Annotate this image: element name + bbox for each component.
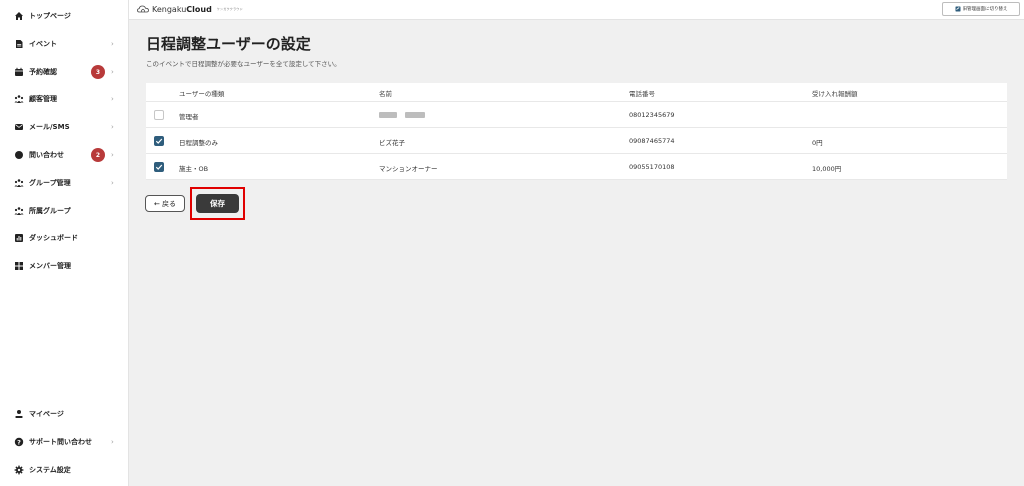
- chevron-right-icon: ›: [111, 40, 114, 48]
- row-checkbox[interactable]: [154, 136, 164, 146]
- chevron-right-icon: ›: [111, 123, 114, 131]
- logo-text-kengaku: Kengaku: [152, 4, 187, 14]
- cell-reward: 0円: [812, 139, 823, 147]
- sidebar-item-mail-sms[interactable]: メール/SMS ›: [0, 116, 129, 138]
- checkmark-icon: [155, 138, 163, 144]
- home-icon: [14, 11, 24, 21]
- column-header-phone: 電話番号: [629, 90, 655, 98]
- sidebar-item-label: マイページ: [29, 410, 64, 418]
- user-settings-table: ユーザーの種類 名前 電話番号 受け入れ報酬額 管理者 08012345679 …: [146, 83, 1007, 180]
- sidebar-item-label: 所属グループ: [29, 207, 71, 215]
- chart-icon: [14, 233, 24, 243]
- cell-phone: 08012345679: [629, 111, 675, 119]
- sidebar-item-label: システム設定: [29, 466, 71, 474]
- cell-name: マンションオーナー: [379, 165, 438, 173]
- column-header-user-type: ユーザーの種類: [179, 90, 225, 98]
- cell-user-type: 施主・OB: [179, 165, 209, 173]
- chevron-right-icon: ›: [111, 68, 114, 76]
- chevron-right-icon: ›: [111, 95, 114, 103]
- sidebar-item-my-group[interactable]: 所属グループ: [0, 200, 129, 222]
- sidebar-item-inquiry[interactable]: 問い合わせ 2 ›: [0, 144, 129, 166]
- top-header: Kengaku Cloud ケンガククラウド 旧管理画面に切り替え: [129, 0, 1024, 20]
- table-header: ユーザーの種類 名前 電話番号 受け入れ報酬額: [146, 83, 1007, 102]
- sidebar-item-label: トップページ: [29, 12, 71, 20]
- table-row: 施主・OB マンションオーナー 09055170108 10,000円: [146, 154, 1007, 180]
- cell-phone: 09087465774: [629, 137, 675, 145]
- cell-name: ビズ花子: [379, 139, 405, 147]
- mail-icon: [14, 122, 24, 132]
- user-icon: [14, 409, 24, 419]
- group-icon: [14, 206, 24, 216]
- svg-text:?: ?: [17, 438, 21, 446]
- page-description: このイベントで日程調整が必要なユーザーを全て設定して下さい。: [146, 60, 341, 68]
- row-checkbox[interactable]: [154, 110, 164, 120]
- save-button[interactable]: 保存: [196, 194, 239, 213]
- sidebar-item-support[interactable]: ? サポート問い合わせ ›: [0, 431, 129, 453]
- column-header-reward: 受け入れ報酬額: [812, 90, 858, 98]
- app-logo[interactable]: Kengaku Cloud ケンガククラウド: [137, 4, 243, 14]
- sidebar-item-label: メンバー管理: [29, 262, 71, 270]
- cloud-logo-icon: [137, 4, 149, 14]
- sidebar-item-label: 予約確認: [29, 68, 57, 76]
- sidebar-item-label: 問い合わせ: [29, 151, 64, 159]
- sidebar-item-label: ダッシュボード: [29, 234, 78, 242]
- logo-text-cloud: Cloud: [186, 4, 212, 14]
- sidebar-item-label: サポート問い合わせ: [29, 438, 92, 446]
- sidebar-item-reservation[interactable]: 予約確認 3 ›: [0, 61, 129, 83]
- chevron-right-icon: ›: [111, 151, 114, 159]
- group-icon: [14, 178, 24, 188]
- sidebar-item-my-page[interactable]: マイページ: [0, 403, 129, 425]
- cell-reward: 10,000円: [812, 165, 842, 173]
- redacted-name: [379, 112, 425, 118]
- sidebar-item-label: 顧客管理: [29, 95, 57, 103]
- row-checkbox[interactable]: [154, 162, 164, 172]
- logo-subtitle: ケンガククラウド: [216, 7, 244, 11]
- people-icon: [14, 94, 24, 104]
- sidebar-item-label: メール/SMS: [29, 123, 70, 131]
- sidebar-item-system-settings[interactable]: システム設定: [0, 459, 129, 481]
- cell-user-type: 管理者: [179, 113, 199, 121]
- chevron-right-icon: ›: [111, 179, 114, 187]
- switch-old-admin-label: 旧管理画面に切り替え: [962, 7, 1008, 12]
- back-button[interactable]: ← 戻る: [145, 195, 185, 212]
- sidebar-item-group-management[interactable]: グループ管理 ›: [0, 172, 129, 194]
- switch-icon: [955, 6, 961, 12]
- notification-badge: 3: [91, 65, 105, 79]
- sidebar-item-event[interactable]: イベント ›: [0, 33, 129, 55]
- sidebar-item-dashboard[interactable]: ダッシュボード: [0, 227, 129, 249]
- sidebar-item-label: イベント: [29, 40, 57, 48]
- chat-icon: [14, 150, 24, 160]
- column-header-name: 名前: [379, 90, 392, 98]
- grid-icon: [14, 261, 24, 271]
- sidebar-item-customers[interactable]: 顧客管理 ›: [0, 88, 129, 110]
- document-icon: [14, 39, 24, 49]
- sidebar: トップページ イベント › 予約確認 3 › 顧客管理 › メール/SMS › …: [0, 0, 129, 486]
- help-icon: ?: [14, 437, 24, 447]
- notification-badge: 2: [91, 148, 105, 162]
- cell-phone: 09055170108: [629, 163, 675, 171]
- sidebar-item-members[interactable]: メンバー管理: [0, 255, 129, 277]
- calendar-icon: [14, 67, 24, 77]
- sidebar-item-top-page[interactable]: トップページ: [0, 5, 129, 27]
- switch-old-admin-button[interactable]: 旧管理画面に切り替え: [942, 2, 1020, 16]
- page-title: 日程調整ユーザーの設定: [146, 35, 311, 53]
- checkmark-icon: [155, 164, 163, 170]
- table-row: 日程調整のみ ビズ花子 09087465774 0円: [146, 128, 1007, 154]
- sidebar-item-label: グループ管理: [29, 179, 71, 187]
- gear-icon: [14, 465, 24, 475]
- cell-user-type: 日程調整のみ: [179, 139, 218, 147]
- table-row: 管理者 08012345679: [146, 102, 1007, 128]
- chevron-right-icon: ›: [111, 438, 114, 446]
